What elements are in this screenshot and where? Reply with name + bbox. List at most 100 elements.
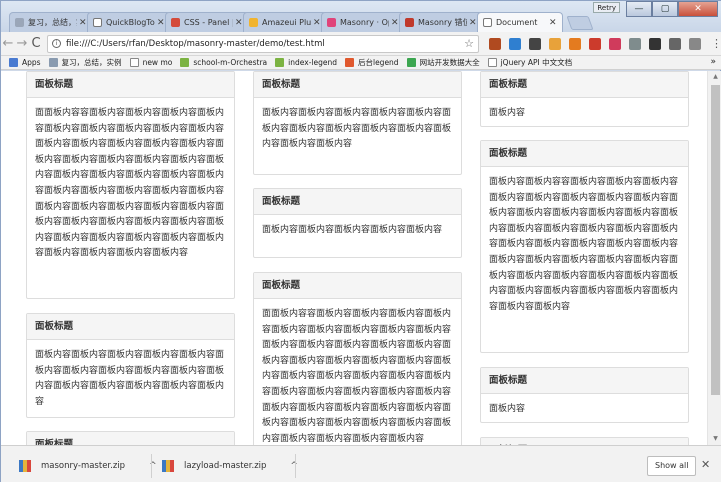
tab-4[interactable]: Amazeui Plugi✕ [243,12,327,32]
window-controls: Retry — ▢ ✕ [593,1,718,17]
download-filename: lazyload-master.zip [184,461,267,471]
panel-title: 面板标题 [481,438,688,445]
toolbar: ← → C i file:///C:/Users/rfan/Desktop/ma… [1,32,721,56]
divider [151,454,152,478]
tabs: 复习，总结，实✕QuickBlogTool✕CSS - Panel | A✕Am… [9,12,594,32]
download-item[interactable]: lazyload-master.zip ^ [162,455,298,477]
download-item[interactable]: masonry-master.zip ^ [19,455,157,477]
panel-body: 面板内容面板内容面板内容面板内容面板内容面板内容面板内容面板内容面板内容面板内容… [262,108,452,150]
tab-2[interactable]: QuickBlogTool✕ [87,12,171,32]
tab-close-icon[interactable]: ✕ [391,18,399,28]
panel-body: 面板内容 [489,108,526,118]
extension-icon[interactable] [509,37,521,50]
scroll-down-icon[interactable]: ▼ [708,433,721,445]
tab-favicon-icon [405,18,414,27]
panel-body: 面板内容面板内容容面板内容面板内容面板内容面板内容面板内容面板内容面板内容面板内… [489,177,679,312]
tab-close-icon[interactable]: ✕ [157,18,165,28]
apps-grid-icon [9,58,18,67]
divider [295,454,296,478]
extension-icon[interactable] [569,37,581,50]
maximize-button[interactable]: ▢ [652,1,678,17]
bookmark-item[interactable]: school-m-Orchestra [180,58,267,67]
vertical-scrollbar[interactable]: ▲ ▼ [707,71,721,445]
extension-icon[interactable] [549,37,561,50]
zip-file-icon [19,459,31,473]
tab-5[interactable]: Masonry · Opt✕ [321,12,405,32]
download-filename: masonry-master.zip [41,461,126,471]
bookmark-label: new mo [142,58,173,67]
tab-close-icon[interactable]: ✕ [313,18,321,28]
info-icon[interactable]: i [52,39,61,48]
tab-close-icon[interactable]: ✕ [549,18,557,28]
downloads-shelf: masonry-master.zip ^ lazyload-master.zip… [1,445,721,482]
tab-favicon-icon [15,18,24,27]
panel: 面板标题面板内容 [480,71,689,127]
tab-close-icon[interactable]: ✕ [79,18,87,28]
tab-favicon-icon [327,18,336,27]
tab-close-icon[interactable]: ✕ [235,18,243,28]
back-button[interactable]: ← [1,34,15,54]
close-downloads-icon[interactable]: ✕ [701,458,710,471]
tab-6[interactable]: Masonry 错位 ✕ [399,12,483,32]
panel-title: 面板标题 [27,314,234,340]
close-window-button[interactable]: ✕ [678,1,718,17]
forward-arrow-icon: → [16,36,28,51]
bookmark-label: 复习，总结，实例 [61,58,122,67]
tab-label: QuickBlogTool [106,18,155,27]
reload-button[interactable]: C [29,34,43,54]
new-tab-button[interactable] [566,16,594,30]
panel: 面板标题 [480,437,689,445]
bookmark-item[interactable]: 复习，总结，实例 [48,57,122,68]
tab-label: Masonry · Opt [340,18,389,27]
extension-icon[interactable] [669,37,681,50]
address-bar[interactable]: i file:///C:/Users/rfan/Desktop/masonry-… [47,34,479,53]
panel-body: 面面板内容容面板内容面板内容面板内容面板内容面板内容面板内容面板内容面板内容面板… [262,309,452,444]
panel: 面板标题 面面板内容容面板内容面板内容面板内容面板内容面板内容面板内容面板内容面板… [26,71,235,299]
tab-3[interactable]: CSS - Panel | A✕ [165,12,249,32]
extension-icon[interactable] [649,37,661,50]
tab-7[interactable]: Document ✕ [477,12,563,32]
panel-title: 面板标题 [254,189,461,215]
forward-button[interactable]: → [15,34,29,54]
bookmark-label: school-m-Orchestra [193,58,268,67]
bookmark-label: jQuery API 中文文档 [500,58,573,67]
bookmarks-more-icon[interactable]: » [710,57,716,67]
tab-favicon-icon [249,18,258,27]
minimize-button[interactable]: — [626,1,652,17]
tab-label: CSS - Panel | A [184,18,233,27]
bookmark-item[interactable]: 后台legend [344,57,399,68]
tab-1[interactable]: 复习，总结，实✕ [9,12,93,32]
menu-icon[interactable]: ⋮ [711,37,721,50]
show-all-button[interactable]: Show all [647,456,697,476]
extension-icon[interactable] [609,37,621,50]
bookmark-label: 网站开发数据大全 [419,58,480,67]
bookmark-star-icon[interactable]: ☆ [464,37,474,50]
panel-title: 面板标题 [481,72,688,98]
scrollbar-thumb[interactable] [711,85,720,395]
bookmark-item[interactable]: jQuery API 中文文档 [487,57,573,68]
bookmark-item[interactable]: Apps [9,58,41,67]
reload-icon: C [31,36,41,51]
bookmark-item[interactable]: index-legend [275,58,337,67]
extension-icon[interactable] [629,37,641,50]
url-text[interactable]: file:///C:/Users/rfan/Desktop/masonry-ma… [66,39,464,49]
tab-close-icon[interactable]: ✕ [469,18,477,28]
retry-button[interactable]: Retry [593,2,620,13]
bookmark-item[interactable]: 网站开发数据大全 [406,57,480,68]
panel-title: 面板标题 [481,368,688,394]
panel: 面板标题 面板内容面板内容面板内容面板内容面板内容面板内容面板内容面板内容面板内容… [253,71,462,175]
extension-icon[interactable] [489,37,501,50]
eyedropper-extension-icon[interactable] [689,37,701,50]
tab-label: Amazeui Plugi [262,18,311,27]
page-icon [487,58,497,67]
glasses-extension-icon[interactable] [529,37,541,50]
panel: 面板标题面板内容 [480,367,689,423]
panel-body: 面板内容 [489,404,526,414]
bookmark-item[interactable]: new mo [129,58,173,67]
extensions [485,37,705,50]
page-content: 面板标题 面面板内容容面板内容面板内容面板内容面板内容面板内容面板内容面板内容面板… [1,71,707,445]
tab-favicon-icon [171,18,180,27]
scroll-up-icon[interactable]: ▲ [708,71,721,83]
panel: 面板标题 面板内容面板内容容面板内容面板内容面板内容面板内容面板内容面板内容面板内… [480,140,689,353]
gmail-extension-icon[interactable] [589,37,601,50]
